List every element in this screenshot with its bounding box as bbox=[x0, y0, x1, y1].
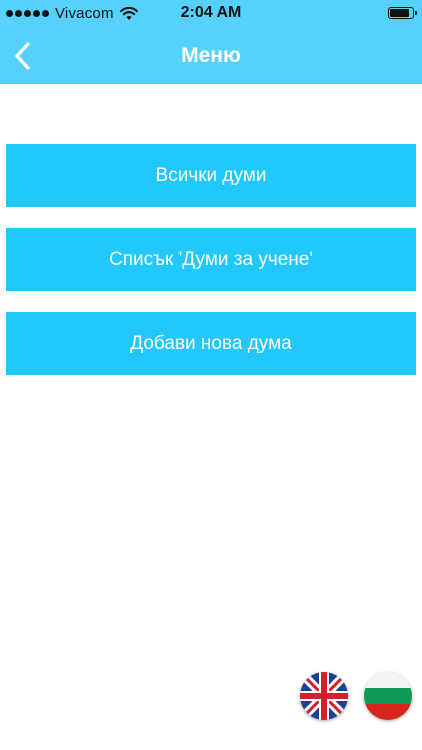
add-new-word-label: Добави нова дума bbox=[130, 332, 292, 354]
add-new-word-button[interactable]: Добави нова дума bbox=[6, 312, 416, 375]
status-bar: Vivacom 2:04 AM bbox=[0, 0, 422, 28]
words-to-learn-button[interactable]: Списък 'Думи за учене' bbox=[6, 228, 416, 291]
battery-icon bbox=[388, 7, 417, 19]
english-language-button[interactable] bbox=[300, 672, 348, 720]
all-words-label: Всички думи bbox=[155, 164, 267, 186]
words-to-learn-label: Списък 'Думи за учене' bbox=[109, 248, 313, 270]
status-time: 2:04 AM bbox=[180, 4, 242, 21]
menu-list: Всички думи Списък 'Думи за учене' Добав… bbox=[6, 144, 416, 396]
bulgaria-flag-icon bbox=[364, 672, 412, 720]
uk-flag-icon bbox=[300, 672, 348, 720]
all-words-button[interactable]: Всички думи bbox=[6, 144, 416, 207]
page-title: Меню bbox=[181, 44, 241, 67]
nav-bar: Меню bbox=[0, 28, 422, 84]
bulgarian-language-button[interactable] bbox=[364, 672, 412, 720]
